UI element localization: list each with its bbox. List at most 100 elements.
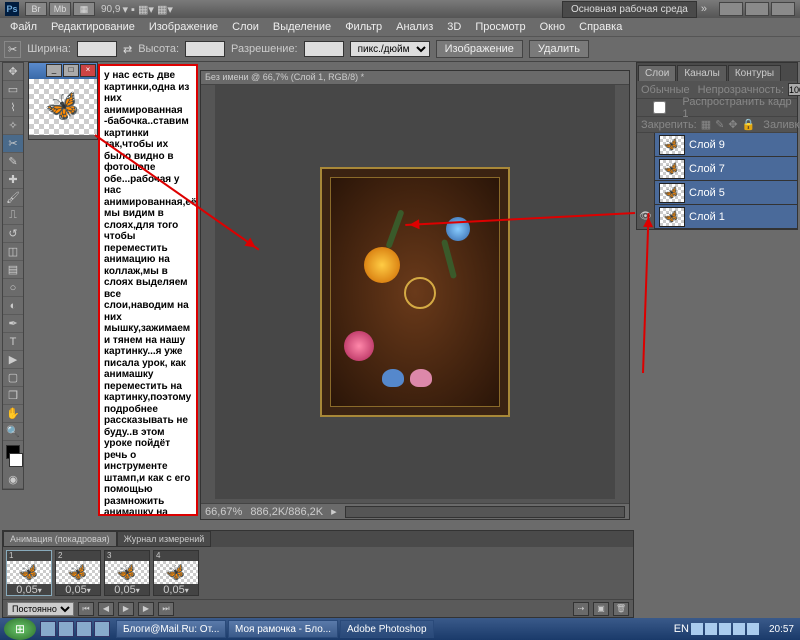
- animation-frame[interactable]: 3 🦋 0,05▾: [104, 550, 150, 596]
- animation-frame[interactable]: 2 🦋 0,05▾: [55, 550, 101, 596]
- workspace-switcher[interactable]: Основная рабочая среда: [562, 1, 697, 18]
- front-image-button[interactable]: Изображение: [436, 40, 523, 58]
- lasso-tool[interactable]: ⌇: [3, 99, 23, 117]
- visibility-toggle[interactable]: [637, 133, 655, 157]
- hand-tool[interactable]: ✋: [3, 405, 23, 423]
- minimize-button[interactable]: [719, 2, 743, 16]
- dodge-tool[interactable]: ◐: [3, 297, 23, 315]
- window-close-icon[interactable]: ×: [80, 64, 96, 77]
- tray-icon[interactable]: [747, 623, 759, 635]
- layer-name[interactable]: Слой 9: [689, 139, 725, 151]
- width-input[interactable]: [77, 41, 117, 57]
- taskbar-clock[interactable]: 20:57: [763, 624, 800, 635]
- document-canvas[interactable]: [215, 85, 615, 499]
- frame-delay[interactable]: 0,05▾: [56, 584, 100, 595]
- frame-delay[interactable]: 0,05▾: [7, 584, 51, 595]
- tray-icon[interactable]: [691, 623, 703, 635]
- tab-animation[interactable]: Анимация (покадровая): [3, 531, 117, 547]
- window-maximize-icon[interactable]: □: [63, 64, 79, 77]
- prev-frame-button[interactable]: ◀: [98, 602, 114, 616]
- zoom-tool[interactable]: 🔍: [3, 423, 23, 441]
- taskbar-task[interactable]: Блоги@Mail.Ru: От...: [116, 620, 226, 638]
- quicklaunch-icon[interactable]: [76, 621, 92, 637]
- blend-mode-select[interactable]: Обычные: [641, 84, 690, 96]
- tab-layers[interactable]: Слои: [638, 65, 676, 81]
- frame-delay[interactable]: 0,05▾: [154, 584, 198, 595]
- launch-mb-button[interactable]: Mb: [49, 2, 71, 16]
- propagate-frame-checkbox[interactable]: [641, 101, 678, 114]
- pen-tool[interactable]: ✒: [3, 315, 23, 333]
- eraser-tool[interactable]: ◫: [3, 243, 23, 261]
- stamp-tool[interactable]: ⎍: [3, 207, 23, 225]
- taskbar-task[interactable]: Adobe Photoshop: [340, 620, 434, 638]
- tray-icon[interactable]: [719, 623, 731, 635]
- window-minimize-icon[interactable]: _: [46, 64, 62, 77]
- start-button[interactable]: ⊞: [4, 618, 36, 640]
- language-indicator[interactable]: EN: [674, 623, 689, 635]
- visibility-toggle[interactable]: [637, 181, 655, 205]
- menu-image[interactable]: Изображение: [143, 19, 224, 35]
- 3d-tool[interactable]: ❒: [3, 387, 23, 405]
- frame-delay[interactable]: 0,05▾: [105, 584, 149, 595]
- lock-all-icon[interactable]: 🔒: [742, 118, 756, 131]
- magic-wand-tool[interactable]: ✧: [3, 117, 23, 135]
- lock-brush-icon[interactable]: ✎: [715, 118, 724, 131]
- view-extras-button[interactable]: ▦: [73, 2, 95, 16]
- path-select-tool[interactable]: ▶: [3, 351, 23, 369]
- move-tool[interactable]: ✥: [3, 63, 23, 81]
- layer-name[interactable]: Слой 1: [689, 211, 725, 223]
- swap-icon[interactable]: ⇄: [123, 43, 132, 56]
- blur-tool[interactable]: ○: [3, 279, 23, 297]
- document-window-butterfly[interactable]: _ □ × 🦋: [28, 62, 98, 140]
- tab-channels[interactable]: Каналы: [677, 65, 727, 81]
- zoom-level[interactable]: 90,9: [101, 4, 120, 15]
- tab-paths[interactable]: Контуры: [728, 65, 781, 81]
- menu-view[interactable]: Просмотр: [469, 19, 531, 35]
- doc-zoom[interactable]: 66,67%: [205, 506, 242, 518]
- layer-row[interactable]: 🦋 Слой 5: [637, 181, 797, 205]
- tray-icon[interactable]: [733, 623, 745, 635]
- marquee-tool[interactable]: ▭: [3, 81, 23, 99]
- quicklaunch-icon[interactable]: [58, 621, 74, 637]
- menu-edit[interactable]: Редактирование: [45, 19, 141, 35]
- first-frame-button[interactable]: ⏮: [78, 602, 94, 616]
- animation-frame[interactable]: 4 🦋 0,05▾: [153, 550, 199, 596]
- last-frame-button[interactable]: ⏭: [158, 602, 174, 616]
- horizontal-scrollbar[interactable]: [345, 506, 625, 518]
- maximize-button[interactable]: [745, 2, 769, 16]
- gradient-tool[interactable]: ▤: [3, 261, 23, 279]
- animation-frame[interactable]: 1 🦋 0,05▾: [6, 550, 52, 596]
- lock-pixels-icon[interactable]: ▦: [701, 118, 711, 131]
- new-frame-button[interactable]: ▣: [593, 602, 609, 616]
- clear-button[interactable]: Удалить: [529, 40, 589, 58]
- height-input[interactable]: [185, 41, 225, 57]
- background-swatch[interactable]: [9, 453, 23, 467]
- visibility-toggle[interactable]: [637, 157, 655, 181]
- close-button[interactable]: [771, 2, 795, 16]
- quicklaunch-icon[interactable]: [40, 621, 56, 637]
- resolution-input[interactable]: [304, 41, 344, 57]
- layer-row[interactable]: 🦋 Слой 7: [637, 157, 797, 181]
- layer-row[interactable]: 👁 🦋 Слой 1: [637, 205, 797, 229]
- tray-icon[interactable]: [705, 623, 717, 635]
- taskbar-task[interactable]: Моя рамочка - Бло...: [228, 620, 338, 638]
- menu-select[interactable]: Выделение: [267, 19, 337, 35]
- menu-window[interactable]: Окно: [534, 19, 572, 35]
- delete-frame-button[interactable]: 🗑: [613, 602, 629, 616]
- menu-3d[interactable]: 3D: [441, 19, 467, 35]
- crop-tool[interactable]: ✂: [3, 135, 23, 153]
- menu-file[interactable]: Файл: [4, 19, 43, 35]
- tween-button[interactable]: ⇢: [573, 602, 589, 616]
- layer-row[interactable]: 🦋 Слой 9: [637, 133, 797, 157]
- loop-select[interactable]: Постоянно: [7, 602, 74, 616]
- brush-tool[interactable]: 🖌: [3, 189, 23, 207]
- menu-layers[interactable]: Слои: [226, 19, 265, 35]
- play-button[interactable]: ▶: [118, 602, 134, 616]
- menu-analysis[interactable]: Анализ: [390, 19, 439, 35]
- menu-filter[interactable]: Фильтр: [339, 19, 388, 35]
- layer-name[interactable]: Слой 5: [689, 187, 725, 199]
- opacity-input[interactable]: [788, 83, 800, 96]
- resolution-unit-select[interactable]: пикс./дюйм: [350, 41, 430, 57]
- quickmask-button[interactable]: ◉: [3, 471, 23, 489]
- shape-tool[interactable]: ▢: [3, 369, 23, 387]
